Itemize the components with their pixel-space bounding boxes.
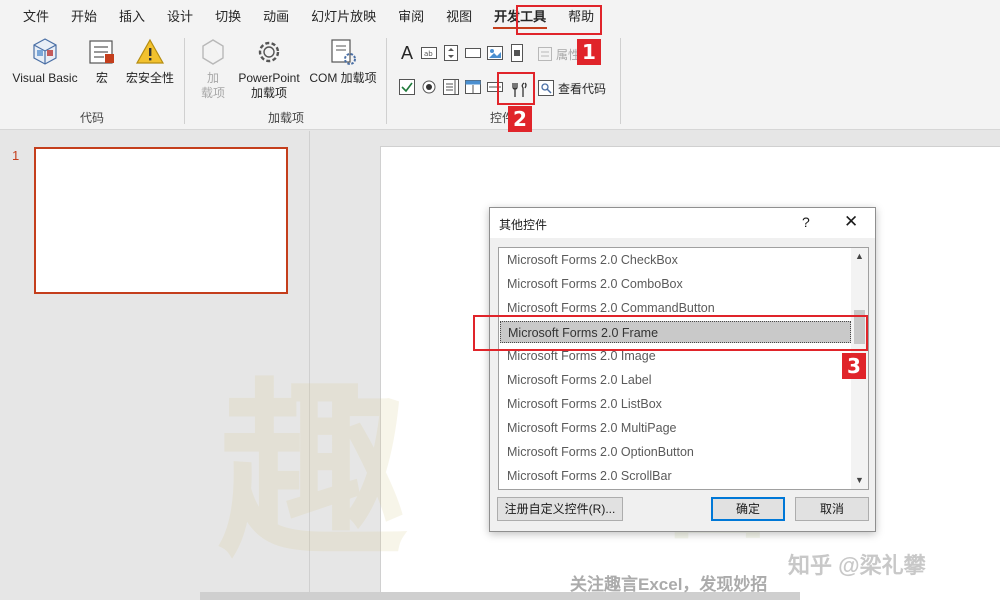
properties-icon — [538, 47, 552, 61]
tab-file[interactable]: 文件 — [12, 0, 60, 34]
slide-number: 1 — [12, 148, 20, 163]
dialog-title: 其他控件 — [499, 218, 548, 232]
list-item-selected[interactable]: Microsoft Forms 2.0 Frame — [500, 321, 851, 343]
tab-developer[interactable]: 开发工具 — [483, 0, 557, 34]
visual-basic-label: Visual Basic — [12, 71, 78, 85]
slide-thumbnail[interactable] — [34, 147, 288, 294]
watermark-footer: 关注趣言Excel，发现妙招 — [570, 575, 768, 594]
com-addin-icon — [331, 39, 356, 65]
addin-icon — [202, 39, 224, 65]
cancel-button[interactable]: 取消 — [795, 497, 869, 521]
addin-label-line2: 载项 — [200, 86, 225, 100]
ribbon-separator — [386, 38, 387, 124]
help-icon[interactable]: ? — [802, 214, 810, 230]
addins-group-label: 加载项 — [267, 111, 304, 125]
image-control-icon[interactable] — [486, 44, 504, 62]
menu-bar: 文件 开始 插入 设计 切换 动画 幻灯片放映 审阅 视图 开发工具 帮助 — [0, 0, 1000, 34]
tab-view[interactable]: 视图 — [435, 0, 483, 34]
list-item[interactable]: Microsoft Forms 2.0 ComboBox — [500, 273, 851, 295]
list-item[interactable]: Microsoft Forms 2.0 OptionButton — [500, 441, 851, 463]
scroll-up-icon[interactable]: ▲ — [851, 248, 868, 265]
combobox-control-icon[interactable] — [464, 78, 482, 96]
gear-icon — [258, 41, 280, 63]
warning-icon — [135, 38, 165, 64]
macro-label: 宏 — [95, 71, 108, 85]
view-code-label: 查看代码 — [558, 81, 607, 96]
label-control-icon[interactable]: A — [398, 43, 416, 63]
tab-animations[interactable]: 动画 — [252, 0, 300, 34]
list-item[interactable]: Microsoft Forms 2.0 MultiPage — [500, 417, 851, 439]
spin-button-icon[interactable] — [442, 44, 460, 62]
view-code-icon — [538, 80, 554, 96]
option-button-icon[interactable] — [420, 78, 438, 96]
annotation-number-3: 3 — [842, 353, 866, 379]
tab-insert[interactable]: 插入 — [108, 0, 156, 34]
ribbon: Visual Basic 宏 宏安全性 代码 加 载项 PowerPoint 加… — [0, 34, 1000, 130]
more-controls-dialog: 其他控件 ? ✕ Microsoft Forms 2.0 CheckBox Mi… — [489, 207, 876, 532]
powerpoint-addin-label-line1: PowerPoint — [238, 71, 300, 85]
macro-security-label: 宏安全性 — [125, 71, 174, 85]
toggle-button-icon[interactable] — [486, 78, 504, 96]
svg-text:ab: ab — [424, 50, 433, 58]
tab-help[interactable]: 帮助 — [557, 0, 605, 34]
list-item[interactable]: Microsoft Forms 2.0 ScrollBar — [500, 465, 851, 487]
code-group-label: 代码 — [79, 111, 104, 125]
code-group: Visual Basic 宏 宏安全性 代码 — [0, 34, 184, 130]
visual-basic-icon — [33, 38, 57, 65]
list-item[interactable]: Microsoft Forms 2.0 CommandButton — [500, 297, 851, 319]
powerpoint-addin-label-line2: 加载项 — [250, 86, 287, 100]
ribbon-separator — [184, 38, 185, 124]
listbox-control-icon[interactable] — [442, 78, 460, 96]
dialog-title-bar: 其他控件 ? ✕ — [490, 208, 875, 238]
annotation-number-2: 2 — [508, 106, 532, 132]
scrollbar-thumb[interactable] — [854, 310, 865, 344]
list-item[interactable]: Microsoft Forms 2.0 ListBox — [500, 393, 851, 415]
addin-button[interactable]: 加 载项 — [196, 36, 230, 101]
controls-listbox[interactable]: Microsoft Forms 2.0 CheckBox Microsoft F… — [498, 247, 869, 490]
scrollbar-control-icon[interactable] — [508, 44, 526, 62]
addin-label-line1: 加 — [206, 71, 219, 85]
list-item[interactable]: Microsoft Forms 2.0 Label — [500, 369, 851, 391]
list-item[interactable]: Microsoft Forms 2.0 CheckBox — [500, 249, 851, 271]
addins-group: 加 载项 PowerPoint 加载项 COM 加载项 加载项 — [186, 34, 386, 130]
close-icon[interactable]: ✕ — [844, 212, 858, 232]
ok-button[interactable]: 确定 — [711, 497, 785, 521]
checkbox-control-icon[interactable] — [398, 78, 416, 96]
ribbon-separator — [620, 38, 621, 124]
tab-review[interactable]: 审阅 — [387, 0, 435, 34]
tab-home[interactable]: 开始 — [60, 0, 108, 34]
scroll-down-icon[interactable]: ▼ — [851, 472, 868, 489]
more-controls-icon[interactable] — [508, 78, 532, 102]
properties-button[interactable]: 属性 — [538, 44, 580, 64]
com-addin-button[interactable]: COM 加载项 — [306, 36, 380, 86]
controls-group-label: 控件 — [490, 111, 515, 125]
list-item[interactable]: Microsoft Forms 2.0 Image — [500, 345, 851, 367]
view-code-button[interactable]: 查看代码 — [538, 78, 606, 98]
command-button-icon[interactable] — [464, 44, 482, 62]
tab-transitions[interactable]: 切换 — [204, 0, 252, 34]
com-addin-label: COM 加载项 — [309, 71, 377, 85]
tab-design[interactable]: 设计 — [156, 0, 204, 34]
macro-security-button[interactable]: 宏安全性 — [122, 36, 178, 86]
register-custom-button[interactable]: 注册自定义控件(R)... — [497, 497, 623, 521]
powerpoint-addin-button[interactable]: PowerPoint 加载项 — [234, 36, 304, 101]
zhihu-watermark: 知乎 @梁礼攀 — [788, 553, 926, 578]
macro-button[interactable]: 宏 — [84, 36, 120, 86]
annotation-number-1: 1 — [577, 39, 601, 65]
textbox-control-icon[interactable]: ab — [420, 44, 438, 62]
macro-icon — [89, 40, 114, 64]
visual-basic-button[interactable]: Visual Basic — [8, 36, 82, 86]
tab-slideshow[interactable]: 幻灯片放映 — [300, 0, 387, 34]
